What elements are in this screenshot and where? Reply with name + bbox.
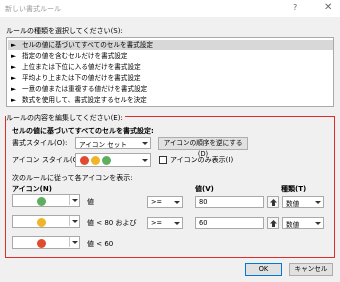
cell-reference-button-row1[interactable] (267, 196, 279, 208)
rule-type-label: ルールの種類を選択してください(S): (6, 27, 123, 35)
ok-button[interactable]: OK (245, 263, 282, 276)
chevron-down-icon[interactable] (172, 197, 182, 207)
rule-type-item-label: 平均より上または下の値だけを書式設定 (22, 74, 141, 82)
type-select-row2[interactable]: 数値 (282, 217, 324, 229)
type-select-row1[interactable]: 数値 (282, 196, 324, 208)
icon-only-checkbox[interactable] (159, 156, 167, 164)
rule-type-item[interactable]: ► 数式を使用して、書式設定するセルを決定 (8, 95, 333, 105)
operator-select-row2[interactable]: >= (147, 217, 183, 229)
green-circle-icon (102, 156, 112, 165)
chevron-down-icon[interactable] (140, 138, 150, 148)
condition-row2: 値 < 80 および (87, 219, 137, 227)
close-button[interactable]: ✕ (324, 2, 332, 13)
rule-edit-label: ルールの内容を編集してください(E): (6, 113, 125, 123)
icon-style-select[interactable] (75, 153, 151, 167)
window-title: 新しい書式ルール (5, 5, 61, 13)
operator-value-row2: >= (151, 219, 163, 227)
red-circle-icon (37, 239, 46, 248)
arrow-icon: ► (11, 74, 17, 82)
rule-type-item-label: セルの値に基づいてすべてのセルを書式設定 (22, 41, 153, 49)
arrow-icon: ► (11, 85, 17, 93)
rule-type-item[interactable]: ► 一意の値または重複する値だけを書式設定 (8, 84, 333, 94)
icon-set-preview (80, 156, 112, 167)
cell-reference-button-row2[interactable] (267, 217, 279, 229)
rule-heading: セルの値に基づいてすべてのセルを書式設定: (12, 127, 154, 135)
reverse-icon-order-button[interactable]: アイコンの順序を逆にする(D) (158, 137, 248, 158)
format-style-label: 書式スタイル(O): (12, 139, 68, 147)
chevron-down-icon[interactable] (313, 197, 323, 207)
format-style-value: アイコン セット (79, 141, 127, 149)
icon-select-row2[interactable] (12, 215, 80, 228)
rule-type-item-label: 数式を使用して、書式設定するセルを決定 (22, 96, 147, 104)
chevron-down-icon[interactable] (313, 218, 323, 228)
rule-edit-panel: セルの値に基づいてすべてのセルを書式設定: 書式スタイル(O): アイコン セッ… (5, 116, 335, 258)
rule-type-item[interactable]: ► 平均より上または下の値だけを書式設定 (8, 73, 333, 83)
title-bar: 新しい書式ルール ? ✕ (0, 0, 340, 17)
type-value-row2: 数値 (286, 221, 300, 229)
rule-type-item-label: 指定の値を含むセルだけを書式設定 (22, 52, 128, 60)
yellow-circle-icon (91, 156, 101, 165)
chevron-down-icon[interactable] (140, 155, 150, 165)
chevron-down-icon[interactable] (69, 237, 79, 247)
value-input-row1[interactable]: 80 (195, 196, 264, 208)
condition-row3: 値 < 60 (87, 240, 114, 248)
arrow-icon: ► (11, 41, 17, 49)
help-button[interactable]: ? (293, 3, 297, 12)
rule-type-item-label: 上位または下位に入る値だけを書式設定 (22, 63, 141, 71)
value-input-row2[interactable]: 60 (195, 217, 264, 229)
rule-type-list[interactable]: ► セルの値に基づいてすべてのセルを書式設定 ► 指定の値を含むセルだけを書式設定 … (6, 37, 334, 107)
arrow-up-icon (270, 220, 277, 227)
rule-type-item[interactable]: ► 指定の値を含むセルだけを書式設定 (8, 51, 333, 61)
icon-style-label: アイコン スタイル(C): (12, 156, 83, 164)
condition-row1: 値 (87, 198, 94, 206)
chevron-down-icon[interactable] (69, 195, 79, 205)
arrow-up-icon (270, 199, 277, 206)
icon-select-row3[interactable] (12, 236, 80, 249)
green-circle-icon (37, 197, 46, 206)
rules-label: 次のルールに従って各アイコンを表示: (12, 174, 133, 182)
value-text-row1: 80 (199, 198, 208, 206)
arrow-icon: ► (11, 52, 17, 60)
icon-column-header: アイコン(N) (12, 185, 52, 193)
cancel-button[interactable]: キャンセル (289, 263, 333, 276)
rule-type-item-label: 一意の値または重複する値だけを書式設定 (22, 85, 148, 93)
arrow-icon: ► (11, 63, 17, 71)
format-style-select[interactable]: アイコン セット (75, 137, 151, 149)
red-circle-icon (80, 156, 89, 165)
rule-type-item[interactable]: ► セルの値に基づいてすべてのセルを書式設定 (8, 40, 333, 50)
icon-select-row1[interactable] (12, 194, 80, 207)
yellow-circle-icon (37, 218, 46, 227)
value-column-header: 値(V) (195, 185, 214, 193)
type-value-row1: 数値 (286, 200, 300, 208)
operator-select-row1[interactable]: >= (147, 196, 183, 208)
value-text-row2: 60 (199, 219, 208, 227)
rule-type-item[interactable]: ► 上位または下位に入る値だけを書式設定 (8, 62, 333, 72)
type-column-header: 種類(T) (281, 185, 307, 193)
icon-only-label: アイコンのみ表示(I) (170, 156, 234, 164)
operator-value-row1: >= (151, 198, 163, 206)
arrow-icon: ► (11, 96, 17, 104)
chevron-down-icon[interactable] (69, 216, 79, 226)
chevron-down-icon[interactable] (172, 218, 182, 228)
